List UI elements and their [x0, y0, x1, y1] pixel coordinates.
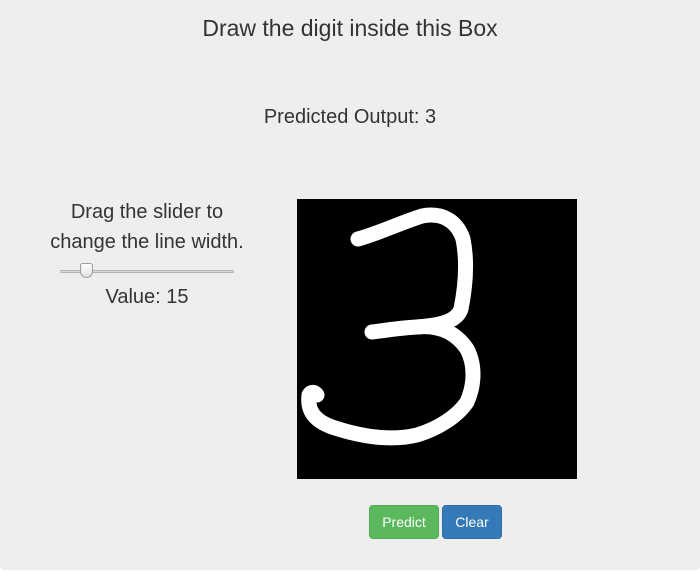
clear-button[interactable]: Clear	[442, 505, 502, 539]
digit-stroke-upper	[350, 207, 473, 340]
page-title: Draw the digit inside this Box	[202, 15, 498, 41]
main-panel: Draw the digit inside this Box Predicted…	[0, 0, 700, 570]
slider-instructions: Drag the slider to change the line width…	[50, 201, 244, 253]
drawn-digit-strokes	[301, 207, 481, 446]
slider-value: Value: 15	[105, 286, 189, 308]
action-buttons: Predict Clear	[369, 505, 502, 539]
digit-stroke-lower	[301, 319, 481, 446]
slider-thumb[interactable]	[80, 263, 93, 278]
predict-button[interactable]: Predict	[369, 505, 439, 539]
drawing-canvas[interactable]	[297, 199, 577, 479]
predicted-output: Predicted Output: 3	[263, 106, 437, 128]
line-width-slider[interactable]	[60, 262, 234, 282]
line-width-control: Drag the slider to change the line width…	[50, 197, 244, 309]
